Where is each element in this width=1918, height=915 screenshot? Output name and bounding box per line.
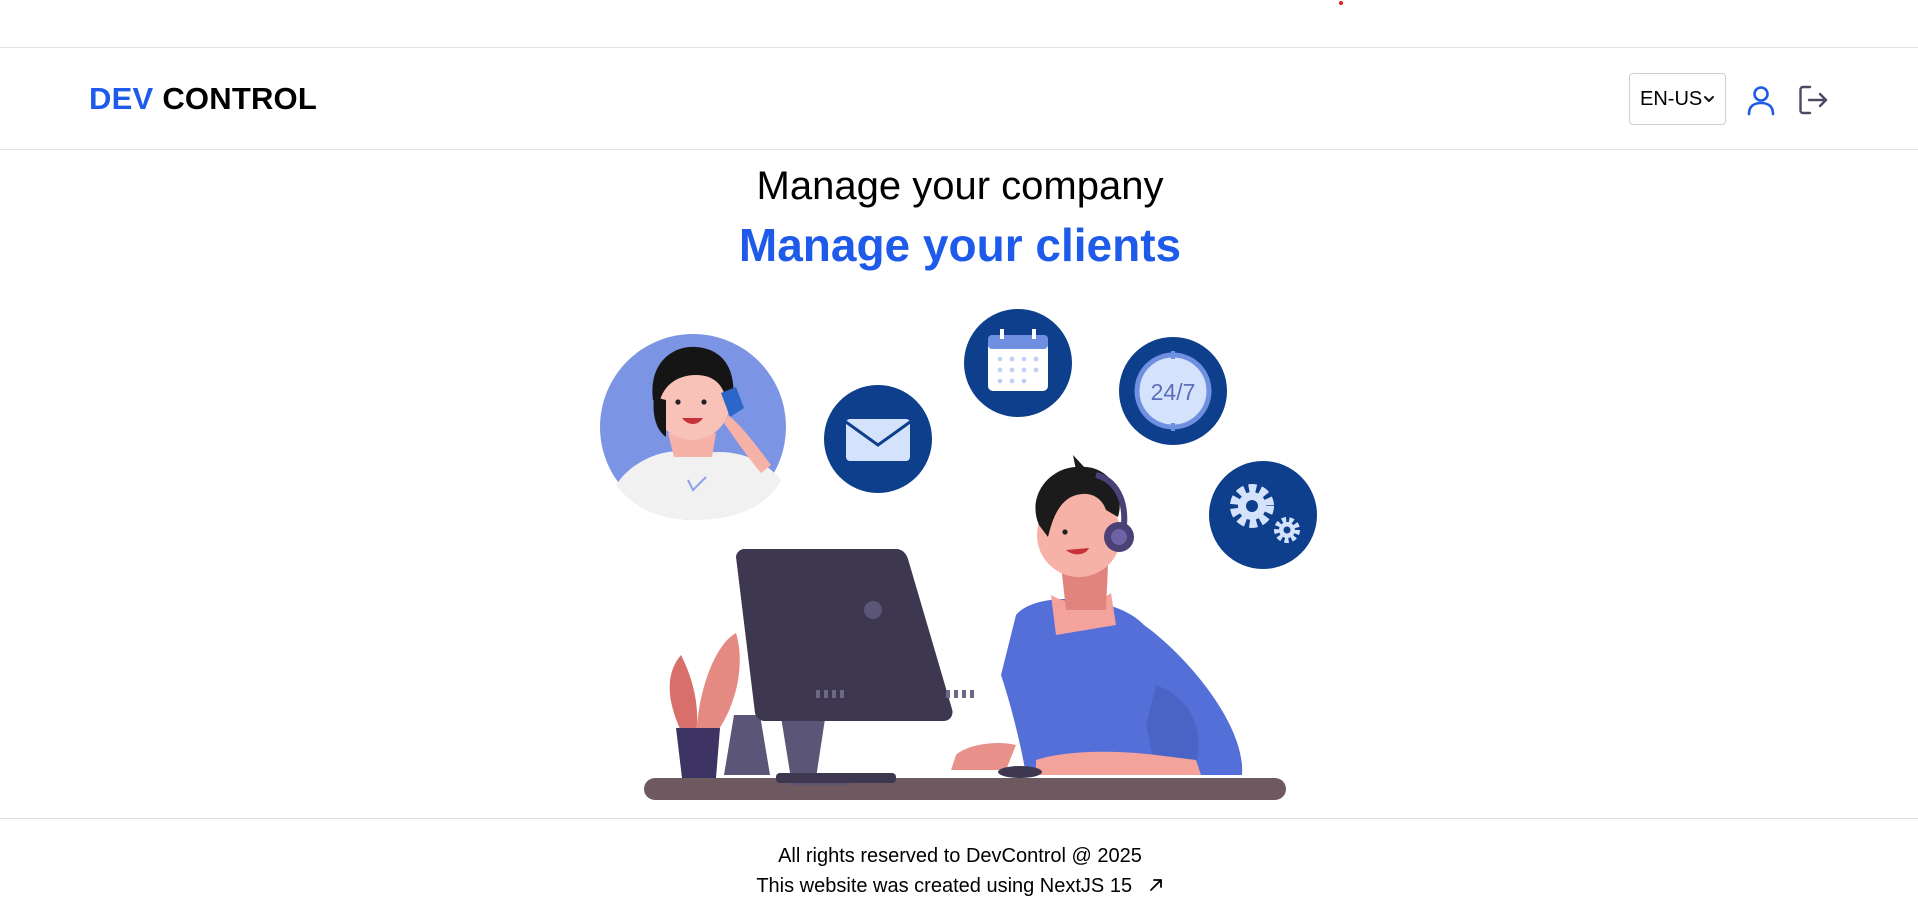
- monitor: [724, 549, 974, 785]
- footer-nextjs-link[interactable]: This website was created using NextJS 15: [0, 875, 1918, 898]
- footer-nextjs-text: This website was created using NextJS 15: [756, 875, 1133, 897]
- user-icon[interactable]: [1744, 83, 1778, 117]
- desk: [644, 778, 1286, 800]
- calendar-icon: [964, 309, 1072, 417]
- hero-title: Manage your company: [756, 164, 1164, 208]
- support-agent: [951, 455, 1243, 778]
- clock-badge-label: 24/7: [1151, 379, 1196, 405]
- hero-subtitle: Manage your clients: [738, 219, 1182, 271]
- language-select-value: EN-US: [1640, 87, 1703, 110]
- logo-dev: DEV: [89, 81, 154, 116]
- top-strip: [0, 0, 1918, 48]
- hero-section: Manage your company Manage your clients: [0, 150, 1918, 817]
- footer: All rights reserved to DevControl @ 2025…: [0, 818, 1918, 915]
- woman-on-phone-avatar: [600, 334, 786, 520]
- logo[interactable]: DEV CONTROL: [89, 81, 317, 117]
- logo-control: CONTROL: [162, 81, 318, 116]
- chevron-down-icon: [1704, 96, 1714, 102]
- footer-copyright: All rights reserved to DevControl @ 2025: [778, 845, 1142, 867]
- logout-icon[interactable]: [1796, 83, 1830, 117]
- customer-support-illustration: 24/7: [600, 309, 1317, 800]
- indicator-dot: [1339, 1, 1343, 5]
- external-link-arrow-icon: [1149, 879, 1162, 891]
- gears-icon: [1209, 461, 1317, 569]
- mail-icon: [824, 385, 932, 493]
- clock-24-7-icon: 24/7: [1119, 337, 1227, 445]
- language-select[interactable]: EN-US: [1629, 73, 1726, 125]
- navbar: DEV CONTROL EN-US: [0, 49, 1918, 150]
